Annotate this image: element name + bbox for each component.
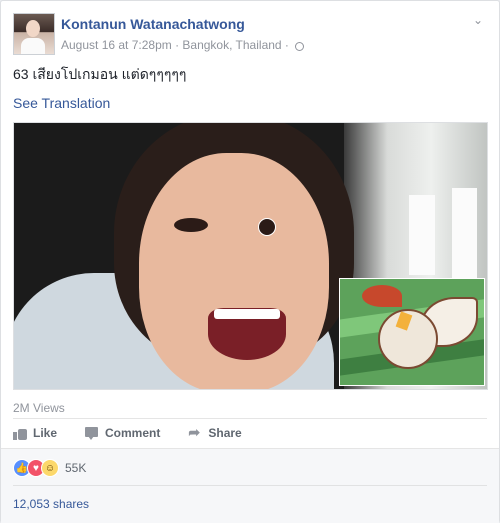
like-label: Like [33, 426, 58, 440]
comment-label: Comment [105, 426, 161, 440]
globe-icon [294, 41, 304, 51]
comment-button[interactable]: Comment [85, 426, 160, 440]
post-timestamp-location[interactable]: August 16 at 7:28pm · Bangkok, Thailand … [61, 38, 289, 52]
post-text: 63 เสียงโปเกมอน แต่ดๆๆๆๆๆ [13, 66, 187, 82]
divider [13, 418, 487, 419]
like-button[interactable]: Like [13, 426, 57, 440]
author-name[interactable]: Kontanun Watanachatwong [61, 16, 245, 32]
video-inset-pokemon [339, 278, 485, 386]
teeth [214, 309, 280, 319]
post-card: Kontanun Watanachatwong August 16 at 7:2… [0, 0, 500, 523]
action-bar: Like Comment Share [13, 423, 270, 443]
reaction-count: 55K [65, 461, 87, 475]
chevron-down-icon[interactable]: ⌄ [471, 13, 485, 27]
video-views: 2M Views [13, 401, 65, 415]
reactions-summary[interactable]: 👍 ♥ ☺ 55K [13, 459, 86, 477]
share-button[interactable]: Share [188, 424, 242, 441]
window-light [409, 195, 435, 275]
comment-icon [85, 426, 99, 440]
reactions-section: 👍 ♥ ☺ 55K 12,053 shares [1, 448, 499, 523]
window-light [452, 188, 477, 278]
avatar[interactable] [13, 13, 55, 55]
share-label: Share [208, 426, 242, 440]
video-player[interactable] [13, 122, 488, 390]
post-header: Kontanun Watanachatwong August 16 at 7:2… [13, 13, 487, 55]
shares-count-link[interactable]: 12,053 shares [13, 497, 89, 511]
thumbs-up-icon [13, 427, 27, 440]
divider [13, 485, 487, 486]
eye [258, 218, 276, 236]
see-translation-link[interactable]: See Translation [13, 95, 110, 111]
post-meta: August 16 at 7:28pm · Bangkok, Thailand … [61, 38, 304, 52]
eye [174, 218, 208, 232]
share-icon [188, 424, 202, 441]
haha-icon: ☺ [41, 459, 59, 477]
